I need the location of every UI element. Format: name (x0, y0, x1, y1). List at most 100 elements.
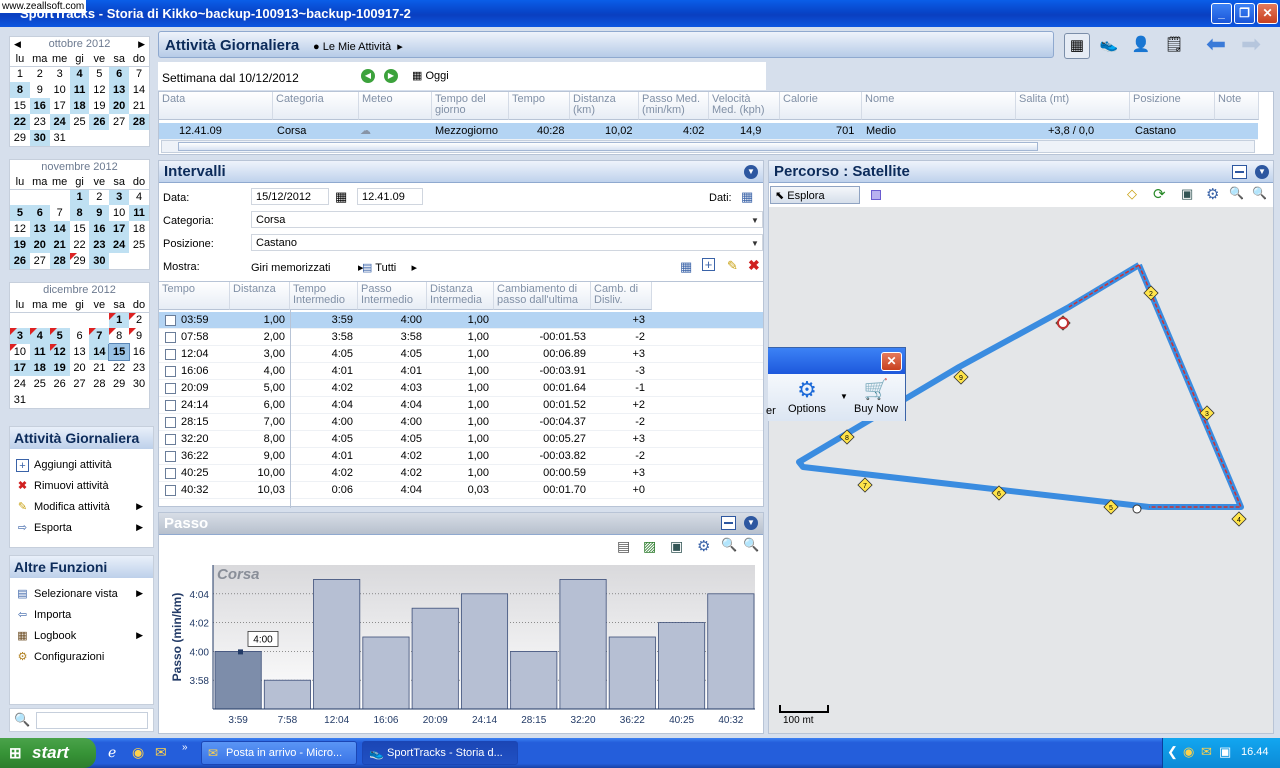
calendar-day[interactable]: 30 (89, 253, 110, 269)
calendar-day[interactable]: 4 (69, 66, 90, 82)
calendar-day[interactable]: 2 (30, 66, 50, 82)
zoom-out-icon[interactable]: 🔍 (721, 537, 737, 553)
popup-close-button[interactable]: ✕ (881, 352, 902, 371)
calendar-day[interactable]: 6 (70, 328, 90, 344)
row-checkbox[interactable] (165, 434, 176, 445)
calendar-day[interactable]: 29 (69, 253, 90, 269)
logbook-item[interactable]: ▦ Logbook ▶ (10, 626, 153, 647)
interval-row[interactable]: 07:58 2,00 3:58 3:58 1,00 -00:01.53 -2 (159, 329, 763, 346)
calculator-icon[interactable]: ▦ (680, 259, 692, 275)
calendar-day[interactable]: 17 (50, 98, 70, 114)
taskbar-item-sporttracks[interactable]: 👟 SportTracks - Storia d... (362, 741, 518, 765)
calendar-day[interactable]: 27 (109, 114, 129, 130)
add-activity-item[interactable]: + Aggiungi attività (10, 455, 153, 476)
select-area-icon[interactable] (871, 190, 881, 200)
breadcrumb[interactable]: ● Le Mie Attività ▸ (313, 40, 403, 53)
export-item[interactable]: ⇨ Esporta ▶ (10, 518, 153, 539)
calendar-day[interactable]: 16 (89, 221, 110, 237)
calendar-day[interactable]: 13 (109, 82, 130, 98)
interval-row[interactable]: 36:22 9,00 4:01 4:02 1,00 -00:03.82 -2 (159, 448, 763, 465)
minimize-button[interactable]: _ (1211, 3, 1232, 24)
select-view-item[interactable]: ▤ Selezionare vista ▶ (10, 584, 153, 605)
calendar-day[interactable]: 29 (10, 130, 30, 146)
calendar-day[interactable]: 31 (10, 392, 30, 408)
tray-network-icon[interactable]: ▣ (1219, 744, 1231, 760)
calendar-day[interactable]: 14 (89, 344, 110, 360)
calendar-day[interactable]: 11 (129, 205, 149, 221)
ie-icon[interactable]: ℯ (108, 744, 116, 761)
maximize-button[interactable]: ❐ (1234, 3, 1255, 24)
col-header[interactable]: Meteo (359, 92, 432, 120)
calendar-day[interactable]: 18 (69, 98, 90, 114)
calendar-day[interactable]: 13 (29, 221, 50, 237)
calendar-october[interactable]: ◀ ottobre 2012 ▶ lu ma me gi ve sa do 1 2 3 4 5 6 7 8 9 10… (9, 36, 150, 147)
calendar-day[interactable]: 16 (129, 344, 149, 360)
col-header[interactable]: Salita (mt) (1016, 92, 1130, 120)
remove-activity-item[interactable]: ✖ Rimuovi attività (10, 476, 153, 497)
chrome-icon[interactable]: ◉ (132, 744, 144, 761)
calendar-day[interactable]: 4 (129, 189, 149, 205)
calendar-day[interactable]: 26 (50, 376, 70, 392)
row-checkbox[interactable] (165, 349, 176, 360)
today-button[interactable]: ▦ Oggi (412, 69, 449, 82)
interval-row[interactable]: 32:20 8,00 4:05 4:05 1,00 00:05.27 +3 (159, 431, 763, 448)
calendar-day[interactable]: 8 (109, 328, 129, 344)
calendar-day[interactable]: 8 (10, 82, 30, 98)
chevron-down-icon[interactable]: ▼ (751, 216, 759, 225)
calendar-day[interactable]: 29 (109, 376, 129, 392)
row-checkbox[interactable] (165, 366, 176, 377)
calendar-day[interactable]: 3 (10, 328, 30, 344)
collapse-icon[interactable]: ▼ (1255, 165, 1269, 179)
row-checkbox[interactable] (165, 451, 176, 462)
calendar-day[interactable]: 28 (49, 253, 70, 269)
zoom-out-icon[interactable]: 🔍 (1229, 186, 1244, 200)
gear-icon[interactable]: ⚙ (1206, 185, 1219, 203)
col-header[interactable]: Distanza (230, 282, 290, 310)
save-icon[interactable]: ▣ (1181, 186, 1193, 202)
calendar-day[interactable]: 6 (109, 66, 130, 82)
calendar-day[interactable]: 26 (10, 253, 30, 269)
shoe-icon[interactable]: 👟 (1096, 33, 1122, 59)
month-grid[interactable]: lu ma me gi ve sa do 1 2 3 4 5 6 7 8 9 10 11 12 13 14 15 16 17 1… (10, 175, 149, 269)
col-header[interactable]: Calorie (780, 92, 862, 120)
col-header[interactable]: Cambiamento di passo dall'ultima (494, 282, 591, 310)
pencil-icon[interactable]: ✎ (727, 258, 738, 274)
calendar-day[interactable]: 12 (89, 82, 109, 98)
calendar-icon[interactable]: ▦ (335, 189, 347, 205)
interval-row[interactable]: 20:09 5,00 4:02 4:03 1,00 00:01.64 -1 (159, 380, 763, 397)
calendar-day[interactable]: 5 (10, 205, 30, 221)
date-field[interactable]: 15/12/2012 (251, 188, 329, 205)
time-field[interactable]: 12.41.09 (357, 188, 423, 205)
data-picker-icon[interactable]: ▦ (741, 189, 753, 205)
save-icon[interactable]: ▣ (670, 538, 683, 555)
col-header[interactable]: Categoria (273, 92, 359, 120)
tray-app-icon[interactable]: ◉ (1183, 744, 1194, 760)
restore-panel-icon[interactable] (1232, 165, 1247, 179)
quicklaunch-more-icon[interactable]: » (182, 742, 188, 753)
calendar-november[interactable]: novembre 2012 lu ma me gi ve sa do 1 2 3 4 5 6 7 8 9 10 1… (9, 159, 150, 270)
calendar-day[interactable]: 25 (30, 376, 50, 392)
row-checkbox[interactable] (165, 383, 176, 394)
calendar-day[interactable]: 18 (129, 221, 149, 237)
calendar-day[interactable]: 18 (29, 360, 50, 376)
explore-button[interactable]: ⬉ Esplora (770, 186, 860, 204)
taskbar-item-mail[interactable]: ✉ Posta in arrivo - Micro... (201, 741, 357, 765)
calendar-day[interactable]: 11 (69, 82, 90, 98)
options-button[interactable]: ⚙ Options (788, 377, 826, 415)
calendar-day[interactable]: 9 (89, 205, 110, 221)
calendar-day[interactable]: 2 (129, 312, 149, 328)
col-header[interactable]: Note (1215, 92, 1259, 120)
athlete-icon[interactable]: 👤 (1128, 33, 1154, 59)
back-arrow-icon[interactable]: ⬅ (1203, 33, 1229, 59)
calendar-day[interactable]: 21 (89, 360, 109, 376)
position-select[interactable]: Castano (251, 234, 763, 251)
calendar-day[interactable]: 23 (129, 360, 149, 376)
row-checkbox[interactable] (165, 315, 176, 326)
calendar-december[interactable]: dicembre 2012 lu ma me gi ve sa do 1 2 3 4 5 6 7 8 9 10 1… (9, 282, 150, 409)
month-grid[interactable]: lu ma me gi ve sa do 1 2 3 4 5 6 7 8 9 10 11 12 13 14 15 16 17 1… (10, 298, 149, 408)
collapse-icon[interactable]: ▼ (744, 165, 758, 179)
all-dropdown[interactable]: ▤ Tutti ▸ (362, 261, 417, 274)
col-header[interactable]: Tempo (159, 282, 230, 310)
month-grid[interactable]: lu ma me gi ve sa do 1 2 3 4 5 6 7 8 9 10 11 12 13 14 15 16 17 1… (10, 52, 149, 146)
calendar-day[interactable]: 17 (10, 360, 30, 376)
